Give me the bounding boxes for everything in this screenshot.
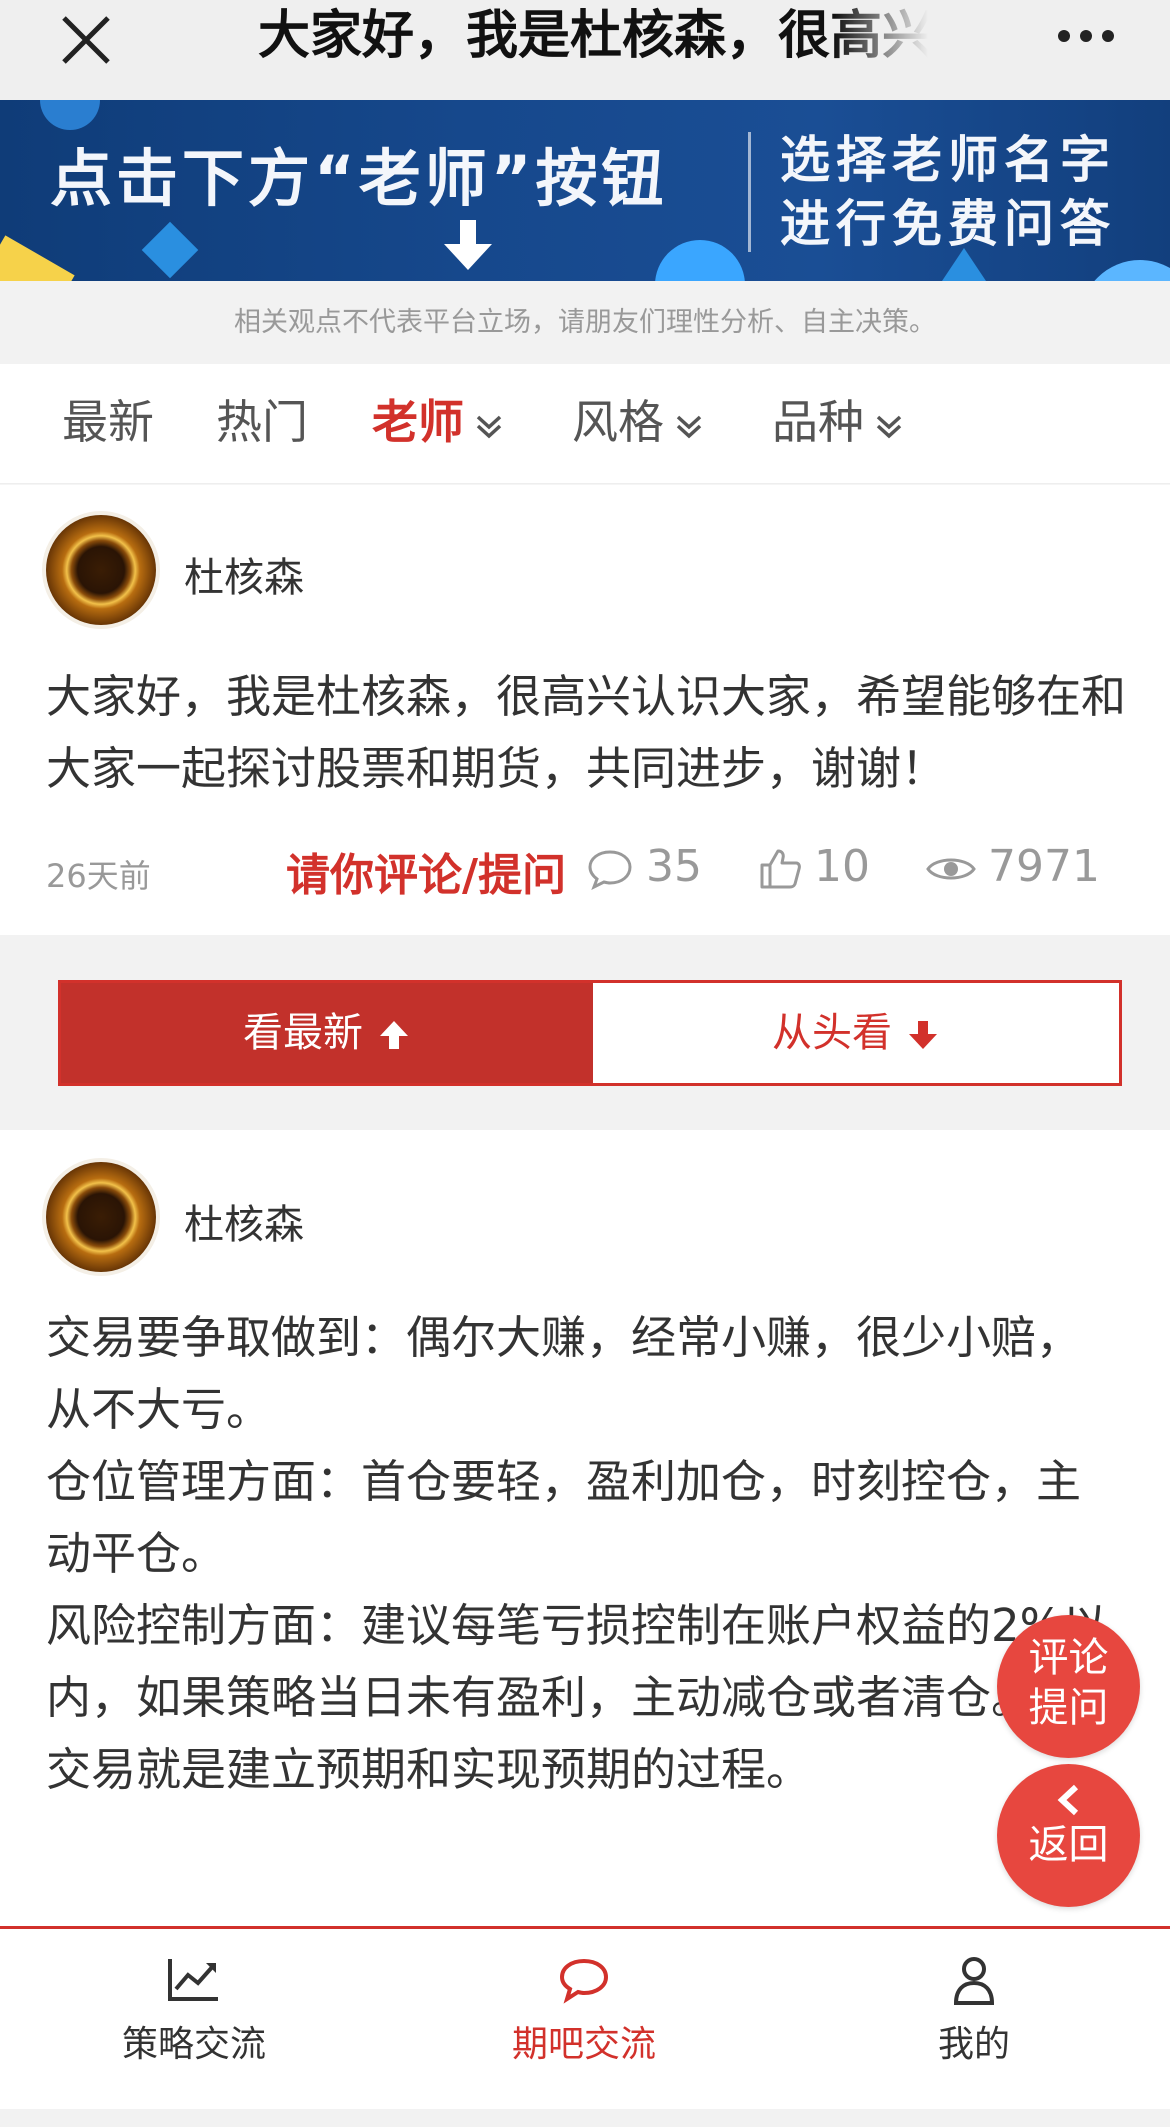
banner-subtext-line: 选择老师名字 — [780, 131, 1116, 189]
nav-label: 我的 — [937, 2024, 1010, 2065]
tab-label: 风格 — [572, 395, 664, 449]
more-icon[interactable] — [1056, 18, 1116, 54]
comment-count[interactable]: 35 — [586, 841, 702, 892]
decor-shape — [1080, 260, 1170, 281]
arrow-up-icon — [380, 1021, 408, 1049]
nav-profile[interactable]: 我的 — [824, 1955, 1124, 2067]
tab-style[interactable]: 风格 — [572, 392, 704, 452]
tab-label: 最新 — [62, 395, 154, 449]
post-text: 大家好，我是杜核森，很高兴认识大家，希望能够在和大家一起探讨股票和期货，共同进步… — [46, 670, 1127, 795]
author-name[interactable]: 杜核森 — [184, 545, 304, 603]
nav-label: 期吧交流 — [511, 2024, 656, 2065]
reply-text: 交易要争取做到：偶尔大赚，经常小赚，很少小赔，从不大亏。 仓位管理方面：首仓要轻… — [46, 1302, 1121, 1806]
comment-count-value: 35 — [646, 841, 702, 892]
view-latest-label: 看最新 — [243, 1010, 363, 1056]
like-count-value: 10 — [814, 841, 870, 892]
tab-label: 热门 — [216, 395, 308, 449]
banner-subtext-line: 进行免费问答 — [780, 195, 1116, 253]
close-icon[interactable] — [56, 10, 116, 70]
thumbs-up-icon — [760, 849, 801, 889]
decor-shape — [655, 240, 745, 281]
chat-bubble-icon — [559, 1958, 609, 2004]
sort-toggle-area: 看最新 从头看 — [0, 935, 1170, 1130]
decor-shape — [40, 100, 100, 130]
tab-label: 品种 — [772, 395, 864, 449]
nav-label: 策略交流 — [121, 2024, 266, 2065]
reply-paragraph: 风险控制方面：建议每笔亏损控制在账户权益的2%以内，如果策略当日未有盈利，主动减… — [46, 1599, 1108, 1724]
view-count-value: 7971 — [988, 841, 1100, 892]
avatar[interactable] — [46, 1162, 156, 1272]
post-card: 杜核森 大家好，我是杜核森，很高兴认识大家，希望能够在和大家一起探讨股票和期货，… — [0, 485, 1170, 935]
arrow-down-icon — [444, 220, 492, 270]
double-chevron-down-icon — [876, 415, 902, 438]
decor-shape — [141, 221, 199, 279]
banner-headline: 点击下方“老师”按钮 — [50, 142, 668, 215]
fab-label: 返回 — [1028, 1822, 1109, 1868]
comment-cta-link[interactable]: 请你评论/提问 — [286, 839, 566, 903]
user-icon — [953, 1957, 995, 2005]
chart-icon — [168, 1959, 218, 2001]
top-bar: 大家好，我是杜核森，很高兴认识大家，希望能够在和大家一起探讨股票和期货，共同进步… — [0, 0, 1170, 100]
disclaimer-text: 相关观点不代表平台立场，请朋友们理性分析、自主决策。 — [0, 281, 1170, 364]
view-from-start-button[interactable]: 从头看 — [593, 983, 1119, 1083]
eye-icon — [926, 858, 976, 880]
reply-card: 杜核森 交易要争取做到：偶尔大赚，经常小赚，很少小赔，从不大亏。 仓位管理方面：… — [0, 1130, 1170, 1926]
decor-shape — [0, 235, 75, 281]
fab-label: 提问 — [1028, 1685, 1109, 1731]
arrow-down-icon — [909, 1021, 937, 1049]
banner-divider — [748, 132, 751, 252]
double-chevron-down-icon — [676, 415, 702, 438]
page-title: 大家好，我是杜核森，很高兴认识大家，希望能够在和大家一起探讨股票和期货，共同进步… — [258, 6, 928, 66]
sort-toggle: 看最新 从头看 — [58, 980, 1122, 1086]
tab-label: 老师 — [372, 395, 464, 449]
tab-latest[interactable]: 最新 — [62, 392, 154, 452]
like-count[interactable]: 10 — [758, 841, 870, 892]
chevron-left-icon — [1057, 1784, 1078, 1816]
promo-banner[interactable]: 点击下方“老师”按钮 选择老师名字 进行免费问答 — [0, 100, 1170, 281]
nav-strategy[interactable]: 策略交流 — [44, 1955, 344, 2067]
double-chevron-down-icon — [476, 415, 502, 438]
post-time: 26天前 — [46, 857, 151, 895]
back-button[interactable]: 返回 — [997, 1764, 1140, 1907]
reply-paragraph: 交易要争取做到：偶尔大赚，经常小赚，很少小赔，从不大亏。 — [46, 1311, 1082, 1436]
view-latest-button[interactable]: 看最新 — [61, 983, 593, 1083]
reply-paragraph: 仓位管理方面：首仓要轻，盈利加仓，时刻控仓，主动平仓。 — [46, 1455, 1082, 1580]
comment-icon — [588, 850, 632, 891]
comment-ask-button[interactable]: 评论 提问 — [997, 1615, 1140, 1758]
fab-label: 评论 — [1028, 1635, 1109, 1681]
post-meta: 26天前 请你评论/提问 35 10 7971 — [46, 839, 1126, 901]
filter-tabs: 最新 热门 老师 风格 品种 — [0, 364, 1170, 484]
banner-subtext: 选择老师名字 进行免费问答 — [780, 128, 1116, 256]
nav-futures[interactable]: 期吧交流 — [434, 1955, 734, 2067]
reply-paragraph: 交易就是建立预期和实现预期的过程。 — [46, 1743, 812, 1796]
author-name[interactable]: 杜核森 — [184, 1192, 304, 1250]
tab-teacher[interactable]: 老师 — [372, 392, 504, 452]
bottom-nav: 策略交流 期吧交流 我的 — [0, 1926, 1170, 2127]
avatar[interactable] — [46, 515, 156, 625]
view-count: 7971 — [926, 841, 1100, 892]
tab-hot[interactable]: 热门 — [216, 392, 308, 452]
view-from-start-label: 从头看 — [772, 1010, 892, 1056]
home-indicator-area — [0, 2109, 1170, 2127]
tab-variety[interactable]: 品种 — [772, 392, 904, 452]
